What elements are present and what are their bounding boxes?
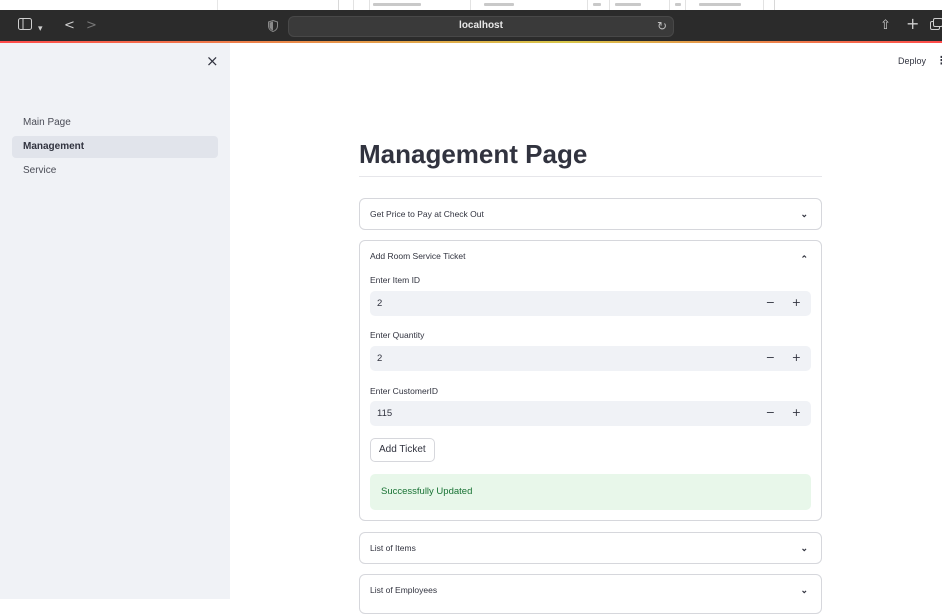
sidebar-item-management[interactable]: Management	[12, 136, 218, 158]
expander-header[interactable]: Add Room Service Ticket ⌃	[360, 241, 821, 271]
item-id-label: Enter Item ID	[370, 275, 420, 285]
add-ticket-button[interactable]: Add Ticket	[370, 438, 435, 462]
back-button[interactable]: <	[64, 18, 75, 34]
item-id-value[interactable]: 2	[377, 298, 382, 309]
expander-label: List of Employees	[370, 585, 437, 595]
customer-id-value[interactable]: 115	[377, 408, 392, 419]
deploy-button[interactable]: Deploy	[898, 56, 926, 66]
expander-header[interactable]: List of Employees ⌄	[360, 575, 821, 605]
chevron-down-icon: ⌄	[800, 575, 808, 605]
tab-overview-icon[interactable]	[930, 18, 942, 35]
new-tab-button[interactable]: +	[906, 16, 919, 32]
background-panel	[0, 0, 218, 10]
sidebar-item-service[interactable]: Service	[12, 160, 218, 182]
chevron-down-icon: ⌄	[800, 533, 808, 563]
expander-label: Add Room Service Ticket	[370, 251, 465, 261]
sidebar-toggle-icon[interactable]	[18, 18, 32, 35]
sidebar-item-main-page[interactable]: Main Page	[12, 112, 218, 134]
expander-get-price: Get Price to Pay at Check Out ⌄	[359, 198, 822, 230]
chevron-up-icon: ⌃	[800, 244, 808, 274]
increment-button[interactable]: +	[792, 296, 801, 309]
quantity-label: Enter Quantity	[370, 330, 424, 340]
success-message: Successfully Updated	[381, 486, 472, 497]
divider	[359, 176, 822, 177]
sidebar: × Main Page Management Service	[0, 43, 230, 599]
expander-label: Get Price to Pay at Check Out	[370, 209, 484, 219]
customer-id-label: Enter CustomerID	[370, 386, 438, 396]
expander-list-of-items: List of Items ⌄	[359, 532, 822, 564]
main-menu-icon[interactable]: ⋮	[936, 54, 942, 67]
sidebar-nav: Main Page Management Service	[12, 112, 218, 184]
forward-button[interactable]: >	[86, 18, 97, 34]
reload-icon[interactable]: ↻	[657, 19, 667, 33]
share-icon[interactable]: ⇧	[880, 18, 891, 34]
increment-button[interactable]: +	[792, 351, 801, 364]
browser-toolbar: ▾ < > localhost ↻ ⇧ +	[0, 10, 942, 43]
expander-add-room-service-ticket: Add Room Service Ticket ⌃ Enter Item ID …	[359, 240, 822, 521]
privacy-shield-icon[interactable]	[268, 20, 278, 37]
customer-id-stepper[interactable]: 115 − +	[370, 401, 811, 426]
address-bar[interactable]: localhost ↻	[288, 16, 674, 37]
decrement-button[interactable]: −	[766, 296, 775, 309]
chevron-down-icon[interactable]: ▾	[38, 21, 43, 37]
close-icon[interactable]: ×	[206, 52, 219, 70]
success-alert: Successfully Updated	[370, 474, 811, 510]
url-text: localhost	[289, 20, 673, 31]
expander-label: List of Items	[370, 543, 416, 553]
background-window-strip	[0, 0, 942, 10]
expander-header[interactable]: List of Items ⌄	[360, 533, 821, 563]
chevron-down-icon: ⌄	[800, 199, 808, 229]
background-table-fragment	[338, 0, 775, 10]
quantity-value[interactable]: 2	[377, 353, 382, 364]
item-id-stepper[interactable]: 2 − +	[370, 291, 811, 316]
page-title: Management Page	[359, 139, 587, 170]
quantity-stepper[interactable]: 2 − +	[370, 346, 811, 371]
decrement-button[interactable]: −	[766, 351, 775, 364]
increment-button[interactable]: +	[792, 406, 801, 419]
expander-header[interactable]: Get Price to Pay at Check Out ⌄	[360, 199, 821, 229]
expander-list-of-employees: List of Employees ⌄	[359, 574, 822, 614]
decrement-button[interactable]: −	[766, 406, 775, 419]
